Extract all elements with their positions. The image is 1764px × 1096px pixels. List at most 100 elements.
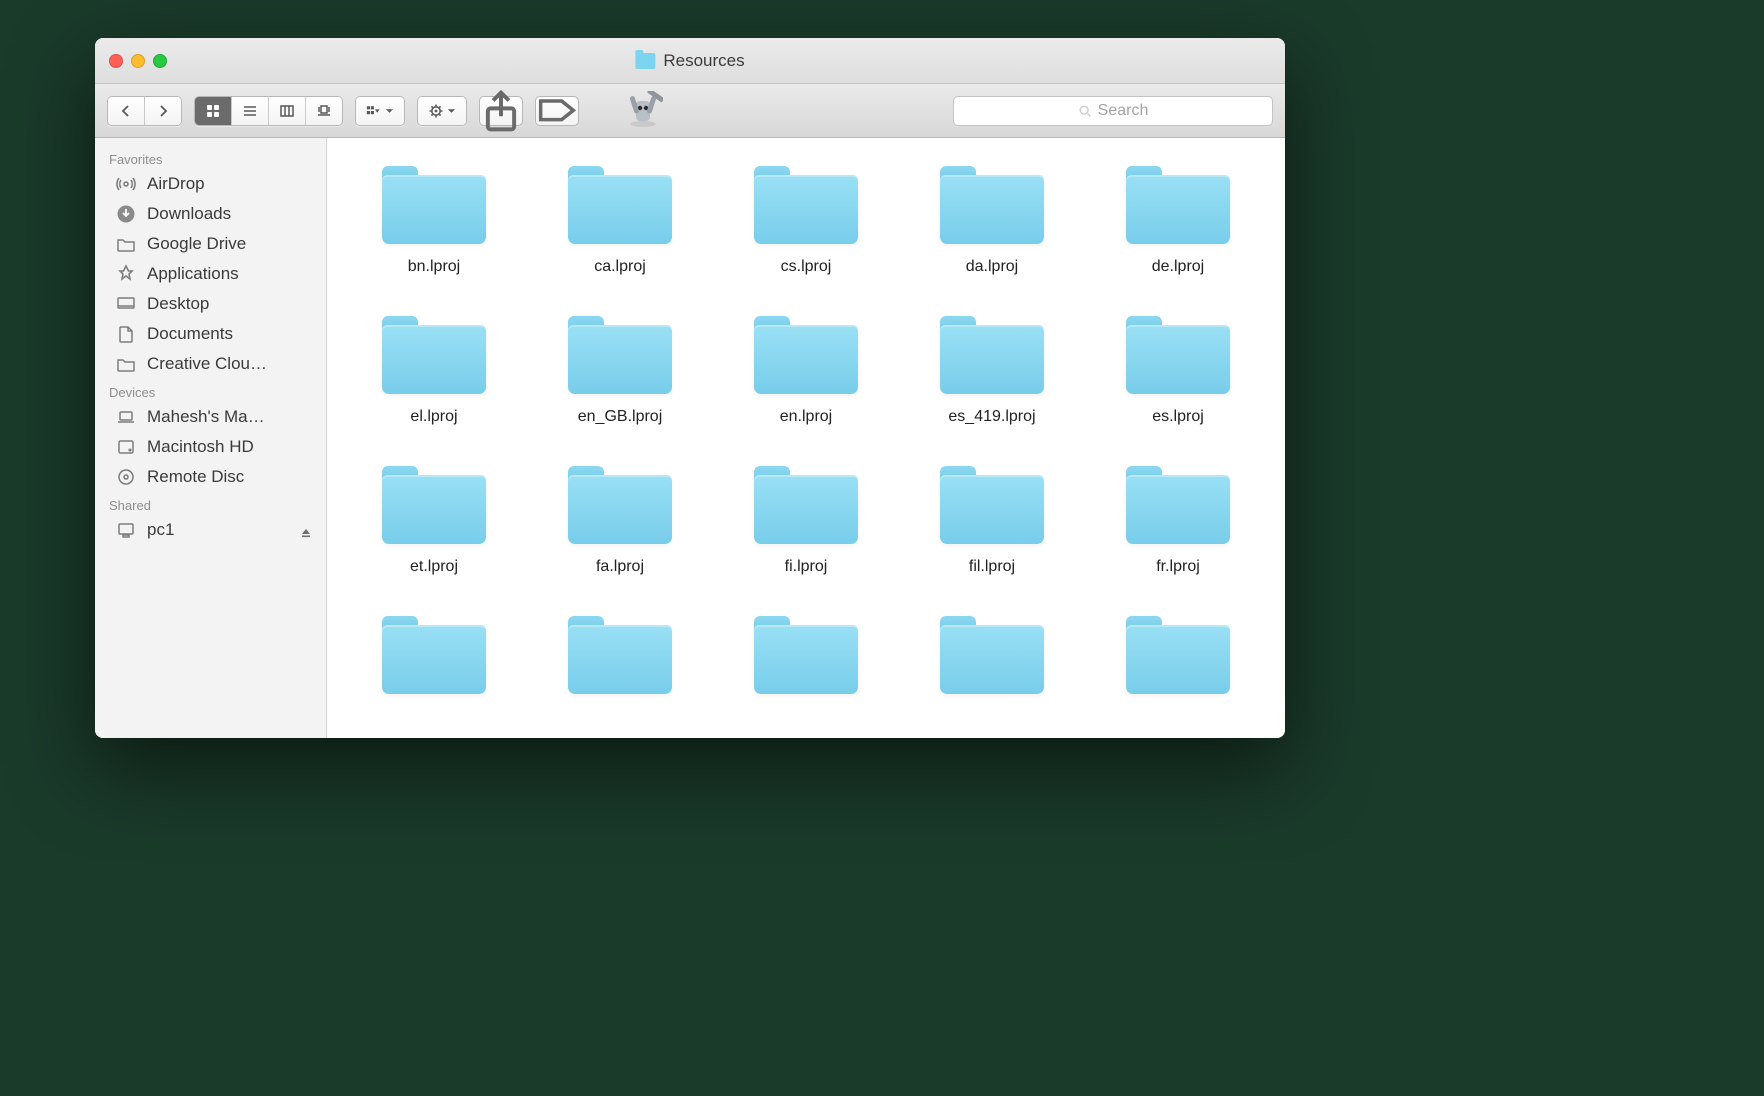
file-name: fa.lproj [596, 558, 644, 576]
forward-button[interactable] [145, 97, 181, 125]
sidebar-item-label: AirDrop [147, 174, 205, 194]
folder-icon [754, 166, 858, 244]
folder-item[interactable]: fa.lproj [537, 466, 703, 576]
folder-icon [1126, 466, 1230, 544]
eject-icon[interactable] [300, 524, 312, 536]
sidebar-item[interactable]: Applications [95, 259, 326, 289]
folder-item[interactable]: es_419.lproj [909, 316, 1075, 426]
file-name: et.lproj [410, 558, 458, 576]
sidebar-item[interactable]: Downloads [95, 199, 326, 229]
tags-button[interactable] [535, 96, 579, 126]
file-name: fi.lproj [785, 558, 828, 576]
folder-item[interactable]: et.lproj [351, 466, 517, 576]
folder-item[interactable]: en_GB.lproj [537, 316, 703, 426]
folder-item[interactable]: de.lproj [1095, 166, 1261, 276]
folder-icon [635, 53, 655, 69]
toolbar: Search [95, 84, 1285, 138]
sidebar-item[interactable]: pc1 [95, 515, 326, 545]
traffic-lights [95, 54, 167, 68]
folder-item[interactable]: fr.lproj [1095, 466, 1261, 576]
back-button[interactable] [108, 97, 145, 125]
folder-item[interactable]: el.lproj [351, 316, 517, 426]
folder-icon [382, 466, 486, 544]
search-field[interactable]: Search [953, 96, 1273, 126]
folder-item[interactable] [351, 616, 517, 708]
sidebar-section-label: Devices [95, 379, 326, 402]
desktop-icon [115, 294, 137, 314]
folder-icon [382, 166, 486, 244]
minimize-button[interactable] [131, 54, 145, 68]
coverflow-view-button[interactable] [306, 97, 342, 125]
downloads-icon [115, 204, 137, 224]
sidebar-item-label: Applications [147, 264, 239, 284]
sidebar-item[interactable]: Desktop [95, 289, 326, 319]
sidebar-item[interactable]: AirDrop [95, 169, 326, 199]
folder-icon [940, 316, 1044, 394]
sidebar-item[interactable]: Macintosh HD [95, 432, 326, 462]
folder-item[interactable] [1095, 616, 1261, 708]
folder-icon [382, 316, 486, 394]
file-name: bn.lproj [408, 258, 460, 276]
content-area[interactable]: bn.lproj ca.lproj cs.lproj da.lproj de.lproj… [327, 138, 1285, 738]
sidebar-item[interactable]: Documents [95, 319, 326, 349]
file-grid: bn.lproj ca.lproj cs.lproj da.lproj de.lproj… [327, 138, 1285, 736]
folder-icon [754, 616, 858, 694]
airdrop-icon [115, 174, 137, 194]
file-name: ca.lproj [594, 258, 646, 276]
sidebar-item-label: Documents [147, 324, 233, 344]
close-button[interactable] [109, 54, 123, 68]
arrange-button[interactable] [356, 97, 404, 125]
folder-item[interactable]: ca.lproj [537, 166, 703, 276]
sidebar-item-label: Mahesh's Ma… [147, 407, 265, 427]
folder-item[interactable]: fi.lproj [723, 466, 889, 576]
folder-icon [568, 616, 672, 694]
folder-item[interactable]: da.lproj [909, 166, 1075, 276]
folder-item[interactable]: cs.lproj [723, 166, 889, 276]
file-name: en_GB.lproj [578, 408, 663, 426]
folder-icon [568, 466, 672, 544]
folder-item[interactable]: bn.lproj [351, 166, 517, 276]
sidebar-section-label: Favorites [95, 146, 326, 169]
sidebar-item[interactable]: Remote Disc [95, 462, 326, 492]
folder-icon [1126, 616, 1230, 694]
column-view-button[interactable] [269, 97, 306, 125]
folder-icon [940, 466, 1044, 544]
action-button-group [417, 96, 467, 126]
folder-item[interactable] [723, 616, 889, 708]
applications-icon [115, 264, 137, 284]
sidebar-item-label: Macintosh HD [147, 437, 254, 457]
sidebar-item[interactable]: Google Drive [95, 229, 326, 259]
view-mode-buttons [194, 96, 343, 126]
folder-icon [940, 166, 1044, 244]
share-button[interactable] [479, 96, 523, 126]
folder-icon [568, 166, 672, 244]
folder-icon [382, 616, 486, 694]
window-body: Favorites AirDrop DownloadsGoogle Drive App… [95, 138, 1285, 738]
window-title-text: Resources [663, 51, 744, 71]
folder-icon [115, 234, 137, 254]
list-view-button[interactable] [232, 97, 269, 125]
search-placeholder: Search [1098, 102, 1149, 120]
sidebar: Favorites AirDrop DownloadsGoogle Drive App… [95, 138, 327, 738]
file-name: cs.lproj [781, 258, 832, 276]
folder-icon [115, 354, 137, 374]
sidebar-item[interactable]: Creative Clou… [95, 349, 326, 379]
folder-icon [1126, 316, 1230, 394]
icon-view-button[interactable] [195, 97, 232, 125]
automator-icon[interactable] [623, 91, 663, 131]
folder-item[interactable] [909, 616, 1075, 708]
disc-icon [115, 467, 137, 487]
zoom-button[interactable] [153, 54, 167, 68]
nav-buttons [107, 96, 182, 126]
folder-icon [568, 316, 672, 394]
action-button[interactable] [418, 97, 466, 125]
folder-item[interactable]: es.lproj [1095, 316, 1261, 426]
sidebar-section-label: Shared [95, 492, 326, 515]
folder-icon [1126, 166, 1230, 244]
folder-item[interactable]: en.lproj [723, 316, 889, 426]
file-name: da.lproj [966, 258, 1018, 276]
titlebar[interactable]: Resources [95, 38, 1285, 84]
folder-item[interactable]: fil.lproj [909, 466, 1075, 576]
folder-item[interactable] [537, 616, 703, 708]
sidebar-item[interactable]: Mahesh's Ma… [95, 402, 326, 432]
